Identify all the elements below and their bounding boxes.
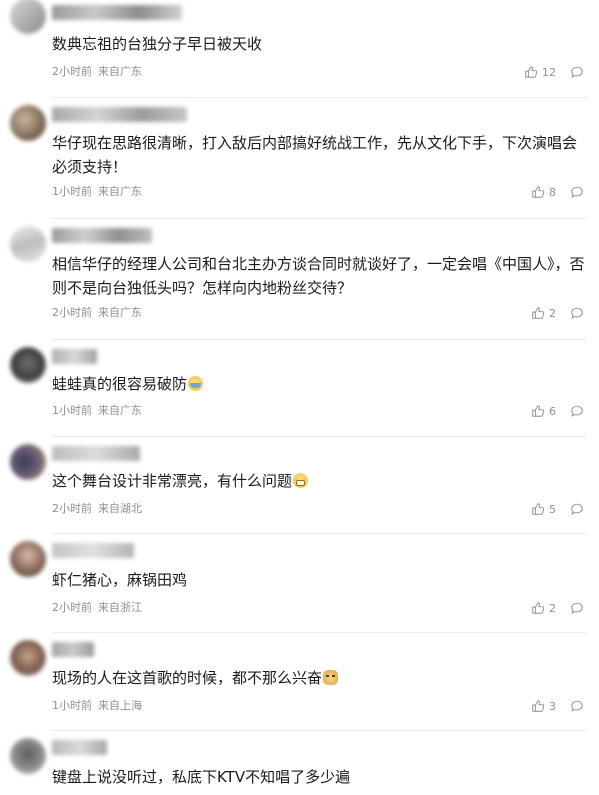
grinning-face-emoji [293,473,309,488]
reply-icon[interactable] [570,65,584,79]
comment-location: 来自广东 [98,65,142,78]
comment-location: 来自广东 [98,404,142,417]
comment-time: 2小时前 [52,306,92,319]
divider [52,632,587,633]
nickname[interactable] [52,107,187,122]
comment-location: 来自湖北 [98,502,142,515]
avatar[interactable] [10,105,46,141]
divider [52,339,587,340]
comment-time: 2小时前 [52,601,92,614]
nickname[interactable] [52,543,134,558]
like-count: 2 [549,306,556,320]
comment-text: 相信华仔的经理人公司和台北主办方谈合同时就谈好了，一定会唱《中国人》，否则不是向… [52,255,585,297]
avatar[interactable] [10,0,46,34]
like-count: 8 [549,185,556,199]
divider [52,533,587,534]
like-button[interactable]: 3 [531,698,556,714]
comment-time: 2小时前 [52,502,92,515]
like-count: 12 [542,65,556,79]
comment-meta: 1小时前 来自上海 [52,698,142,714]
comment-text: 数典忘祖的台独分子早日被天收 [52,35,263,53]
comment-meta: 1小时前 来自广东 [52,403,142,419]
comment-location: 来自浙江 [98,601,142,614]
thumbs-up-icon [532,307,545,319]
like-button[interactable]: 5 [531,501,556,517]
comment-location: 来自广东 [98,306,142,319]
nickname[interactable] [52,642,94,657]
like-button[interactable]: 12 [524,64,556,80]
comment-text: 蛙蛙真的很容易破防 [52,372,587,396]
reply-icon[interactable] [570,306,584,320]
avatar[interactable] [10,347,46,383]
like-count: 5 [549,502,556,516]
comment-meta: 1小时前 来自广东 [52,184,142,200]
avatar[interactable] [10,444,46,480]
thumbs-up-icon [532,186,545,198]
nickname[interactable] [52,446,140,461]
comment-text: 键盘上说没听过，私底下KTV不知唱了多少遍 [52,768,351,786]
divider [52,218,587,219]
avatar[interactable] [10,738,46,774]
thumbs-up-icon [532,602,545,614]
comment-meta: 2小时前 来自浙江 [52,600,142,616]
like-button[interactable]: 2 [531,305,556,321]
like-button[interactable]: 8 [531,184,556,200]
comment-text-content: 这个舞台设计非常漂亮，有什么问题 [52,472,293,490]
comment-time: 2小时前 [52,65,92,78]
thumbs-up-icon [532,405,545,417]
divider [52,730,587,731]
comment-text: 虾仁猪心，麻锅田鸡 [52,571,188,589]
nickname[interactable] [52,740,107,755]
comment-meta: 2小时前 来自广东 [52,64,142,80]
reply-icon[interactable] [570,699,584,713]
like-count: 3 [549,699,556,713]
avatar[interactable] [10,541,46,577]
comment-text: 现场的人在这首歌的时候，都不那么兴奋 [52,666,587,690]
reply-icon[interactable] [570,185,584,199]
reply-icon[interactable] [570,502,584,516]
comment-meta: 2小时前 来自广东 [52,305,142,321]
thumbs-up-icon [532,700,545,712]
comment-text-content: 现场的人在这首歌的时候，都不那么兴奋 [52,669,323,687]
like-count: 6 [549,404,556,418]
reply-icon[interactable] [570,601,584,615]
nickname[interactable] [52,5,182,20]
comment-time: 1小时前 [52,699,92,712]
avatar[interactable] [10,226,46,262]
teary-face-emoji [188,376,204,391]
comment-location: 来自广东 [98,185,142,198]
avatar[interactable] [10,640,46,676]
doge-emoji [323,670,339,685]
nickname[interactable] [52,228,152,243]
divider [52,436,587,437]
comment-location: 来自上海 [98,699,142,712]
thumbs-up-icon [525,66,538,78]
comment-text: 这个舞台设计非常漂亮，有什么问题 [52,469,587,493]
comment-time: 1小时前 [52,185,92,198]
comment-text-content: 蛙蛙真的很容易破防 [52,375,188,393]
comment-text: 华仔现在思路很清晰，打入敌后内部搞好统战工作，先从文化下手，下次演唱会必须支持！ [52,134,578,176]
reply-icon[interactable] [570,404,584,418]
like-button[interactable]: 2 [531,600,556,616]
nickname[interactable] [52,349,97,364]
like-count: 2 [549,601,556,615]
comment-time: 1小时前 [52,404,92,417]
comment-meta: 2小时前 来自湖北 [52,501,142,517]
thumbs-up-icon [532,503,545,515]
divider [52,97,587,98]
like-button[interactable]: 6 [531,403,556,419]
